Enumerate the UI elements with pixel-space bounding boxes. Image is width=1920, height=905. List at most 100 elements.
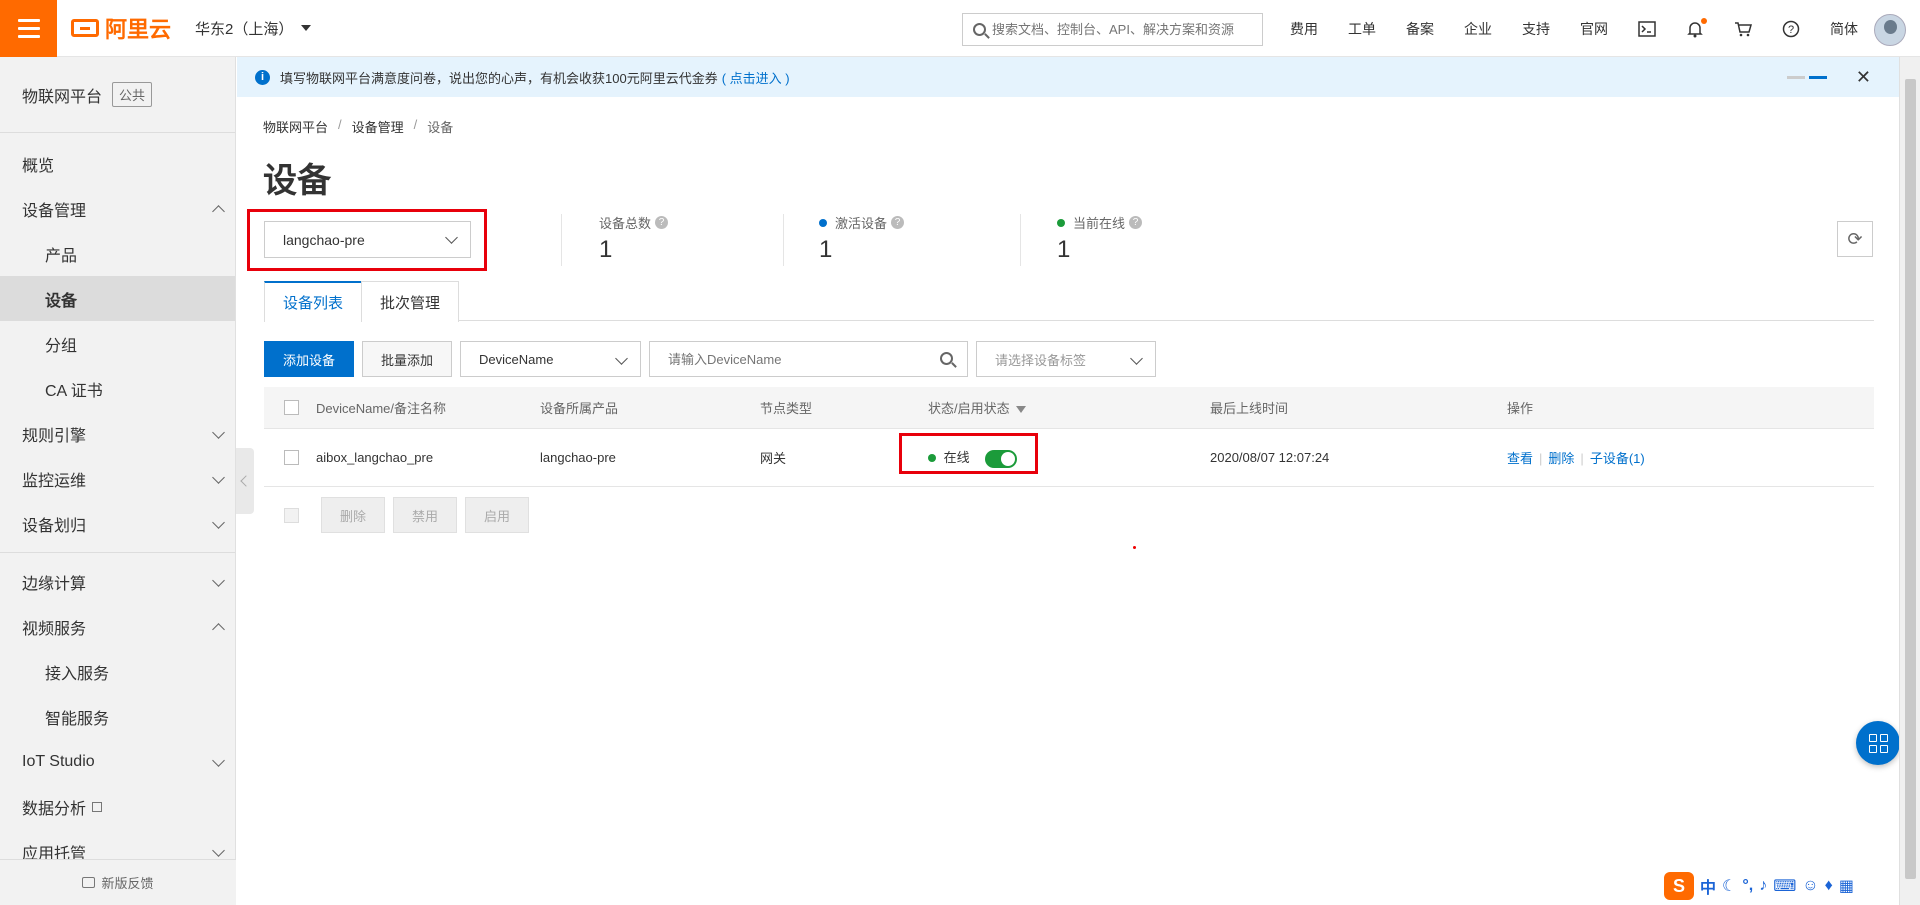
sidebar-item-label: 设备 <box>45 292 78 310</box>
sidebar-item-smart-service[interactable]: 智能服务 <box>0 694 235 739</box>
ime-grid-icon[interactable]: ▦ <box>1839 876 1854 896</box>
language-switch[interactable]: 简体 <box>1830 19 1858 39</box>
ime-mic-icon[interactable]: ♪ <box>1759 877 1767 895</box>
breadcrumb-item[interactable]: 设备管理 <box>352 117 404 136</box>
help-icon[interactable]: ? <box>655 216 669 229</box>
filter-icon[interactable] <box>1015 406 1026 414</box>
search-icon[interactable] <box>940 352 954 365</box>
nav-official-site[interactable]: 官网 <box>1580 19 1608 39</box>
sidebar-item-label: 设备管理 <box>22 202 87 220</box>
terminal-icon[interactable] <box>1638 20 1656 38</box>
select-all-checkbox[interactable] <box>284 400 299 415</box>
cursor-dot <box>1133 546 1136 549</box>
refresh-icon: ⟳ <box>1847 228 1863 249</box>
region-selector[interactable]: 华东2（上海） <box>195 18 312 39</box>
sidebar-item-video-service[interactable]: 视频服务 <box>0 604 235 649</box>
sidebar-item-access-service[interactable]: 接入服务 <box>0 649 235 694</box>
sidebar-item-products[interactable]: 产品 <box>0 231 235 276</box>
tag-select[interactable]: 请选择设备标签 <box>976 341 1157 377</box>
sidebar-item-ca-cert[interactable]: CA 证书 <box>0 366 235 411</box>
batch-add-button[interactable]: 批量添加 <box>362 341 453 377</box>
breadcrumb-current: 设备 <box>427 120 454 135</box>
device-search[interactable] <box>649 341 969 377</box>
sidebar-item-data-analysis[interactable]: 数据分析 <box>0 784 235 829</box>
sidebar-item-label: IoT Studio <box>22 752 95 770</box>
ime-user-icon[interactable]: ☺ <box>1802 877 1818 895</box>
sub-devices-link[interactable]: 子设备(1) <box>1590 451 1645 466</box>
ime-moon-icon[interactable]: ☾ <box>1722 876 1736 896</box>
tab-device-list[interactable]: 设备列表 <box>264 281 363 322</box>
chevron-down-icon <box>212 426 225 439</box>
sidebar-item-device-management[interactable]: 设备管理 <box>0 186 235 231</box>
stat-total: 设备总数? 1 <box>599 213 669 264</box>
stat-total-label: 设备总数 <box>599 216 652 231</box>
stat-divider <box>1020 214 1021 266</box>
tab-batch-management[interactable]: 批次管理 <box>361 281 460 322</box>
logo[interactable]: 阿里云 <box>71 12 171 44</box>
sidebar-item-rule-engine[interactable]: 规则引擎 <box>0 411 235 456</box>
global-search-input[interactable] <box>992 22 1252 37</box>
col-node-type: 节点类型 <box>760 401 813 416</box>
menu-icon[interactable] <box>0 0 57 57</box>
batch-enable-button[interactable]: 启用 <box>465 497 530 533</box>
notice-pager[interactable] <box>1787 76 1827 79</box>
sidebar-item-device-assignment[interactable]: 设备划归 <box>0 501 235 546</box>
sidebar-item-devices[interactable]: 设备 <box>0 276 235 321</box>
search-icon <box>973 23 986 36</box>
device-table: DeviceName/备注名称 设备所属产品 节点类型 状态/启用状态 最后上线… <box>264 387 1874 487</box>
sidebar-item-edge-computing[interactable]: 边缘计算 <box>0 559 235 604</box>
nav-tickets[interactable]: 工单 <box>1348 19 1376 39</box>
batch-delete-button[interactable]: 删除 <box>321 497 386 533</box>
sidebar-item-label: 接入服务 <box>45 665 110 683</box>
ime-chinese-mode-icon[interactable]: 中 <box>1700 874 1716 898</box>
scrollbar-thumb[interactable] <box>1905 79 1916 879</box>
avatar[interactable] <box>1874 14 1906 46</box>
col-status[interactable]: 状态/启用状态 <box>928 398 1026 417</box>
nav-enterprise[interactable]: 企业 <box>1464 19 1492 39</box>
breadcrumb-item[interactable]: 物联网平台 <box>263 117 328 136</box>
filter-field-select[interactable]: DeviceName <box>460 341 642 377</box>
feedback-button[interactable]: 新版反馈 <box>0 859 236 905</box>
apps-grid-button[interactable] <box>1856 721 1900 765</box>
notice-link[interactable]: ( 点击进入 ) <box>722 68 790 87</box>
cart-icon[interactable] <box>1734 20 1752 38</box>
help-icon[interactable]: ? <box>1129 216 1143 229</box>
stat-online-value: 1 <box>1057 236 1071 263</box>
sidebar-item-iot-studio[interactable]: IoT Studio <box>0 739 235 784</box>
add-device-button[interactable]: 添加设备 <box>264 341 355 377</box>
nav-icp[interactable]: 备案 <box>1406 19 1434 39</box>
global-search[interactable] <box>962 13 1263 46</box>
sogou-ime-icon[interactable]: S <box>1664 872 1694 900</box>
close-icon[interactable]: ✕ <box>1856 67 1871 88</box>
product-select[interactable]: langchao-pre <box>264 221 471 258</box>
nav-fees[interactable]: 费用 <box>1290 19 1318 39</box>
col-status-label: 状态/启用状态 <box>928 401 1010 416</box>
sidebar-item-label: 设备划归 <box>22 517 87 535</box>
chevron-down-icon <box>1130 352 1143 365</box>
bell-icon[interactable] <box>1686 17 1707 38</box>
view-link[interactable]: 查看 <box>1507 451 1533 466</box>
filter-field-value: DeviceName <box>479 351 554 367</box>
nav-support[interactable]: 支持 <box>1522 19 1550 39</box>
sidebar-item-overview[interactable]: 概览 <box>0 141 235 186</box>
sidebar-item-groups[interactable]: 分组 <box>0 321 235 366</box>
ime-skin-icon[interactable]: ♦ <box>1825 877 1833 895</box>
help-icon[interactable]: ? <box>891 216 905 229</box>
delete-link[interactable]: 删除 <box>1548 451 1574 466</box>
sidebar-item-label: 视频服务 <box>22 620 87 638</box>
sidebar-item-monitoring[interactable]: 监控运维 <box>0 456 235 501</box>
ime-punctuation-icon[interactable]: °, <box>1742 877 1753 895</box>
svg-text:?: ? <box>1788 24 1794 36</box>
stat-total-value: 1 <box>599 236 613 263</box>
device-search-input[interactable] <box>668 351 929 367</box>
ime-keyboard-icon[interactable]: ⌨ <box>1773 876 1796 896</box>
breadcrumb: 物联网平台 / 设备管理 / 设备 <box>263 117 454 136</box>
row-checkbox[interactable] <box>284 450 299 465</box>
help-icon[interactable]: ? <box>1782 20 1800 38</box>
refresh-button[interactable]: ⟳ <box>1837 221 1873 257</box>
sidebar-item-label: CA 证书 <box>45 382 103 400</box>
batch-select-checkbox[interactable] <box>284 507 299 523</box>
batch-disable-button[interactable]: 禁用 <box>393 497 458 533</box>
scrollbar[interactable] <box>1899 57 1920 905</box>
ime-toolbar[interactable]: S 中 ☾ °, ♪ ⌨ ☺ ♦ ▦ <box>1664 872 1854 900</box>
